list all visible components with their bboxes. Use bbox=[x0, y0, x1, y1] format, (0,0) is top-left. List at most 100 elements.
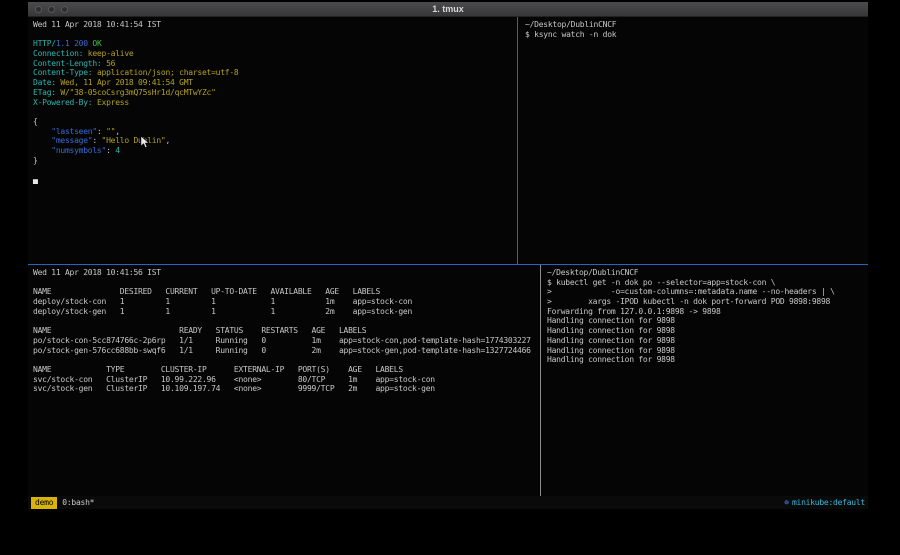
terminal-line: Content-Type: application/json; charset=… bbox=[33, 68, 522, 78]
terminal-line: NAME TYPE CLUSTER-IP EXTERNAL-IP PORT(S)… bbox=[33, 365, 544, 375]
terminal-text: > -o=custom-columns=:metadata.name --no-… bbox=[547, 287, 835, 296]
pane-http-response[interactable]: Wed 11 Apr 2018 10:41:54 IST HTTP/1.1 200… bbox=[28, 17, 522, 266]
terminal-text: { bbox=[33, 117, 38, 126]
terminal-text: Forwarding from 127.0.0.1:9898 -> 9898 bbox=[547, 307, 721, 316]
terminal-text: 4 bbox=[115, 146, 120, 155]
pane-kubectl-get[interactable]: Wed 11 Apr 2018 10:41:56 IST NAME DESIRED… bbox=[28, 265, 544, 496]
terminal-text: Wed, 11 Apr 2018 09:41:54 GMT bbox=[56, 78, 193, 87]
terminal-line: Connection: keep-alive bbox=[33, 49, 522, 59]
terminal-line: deploy/stock-con 1 1 1 1 1m app=stock-co… bbox=[33, 297, 544, 307]
terminal-text: , bbox=[115, 127, 120, 136]
pane-divider-horizontal[interactable] bbox=[28, 264, 868, 265]
terminal-text: OK bbox=[88, 39, 102, 48]
terminal-text: NAME DESIRED CURRENT UP-TO-DATE AVAILABL… bbox=[33, 287, 380, 296]
terminal-text: } bbox=[33, 156, 38, 165]
terminal-text: NAME READY STATUS RESTARTS AGE LABELS bbox=[33, 326, 366, 335]
tmux-terminal: Wed 11 Apr 2018 10:41:54 IST HTTP/1.1 200… bbox=[28, 17, 868, 496]
terminal-line: NAME DESIRED CURRENT UP-TO-DATE AVAILABL… bbox=[33, 287, 544, 297]
pane-port-forward[interactable]: ~/Desktop/DublinCNCF$ kubectl get -n dok… bbox=[542, 265, 868, 496]
terminal-line: Handling connection for 9898 bbox=[547, 336, 868, 346]
terminal-line: Date: Wed, 11 Apr 2018 09:41:54 GMT bbox=[33, 78, 522, 88]
terminal-text: 56 bbox=[102, 59, 116, 68]
terminal-line: > xargs -IPOD kubectl -n dok port-forwar… bbox=[547, 297, 868, 307]
terminal-line: Handling connection for 9898 bbox=[547, 355, 868, 365]
terminal-line: po/stock-con-5cc874766c-2p6rp 1/1 Runnin… bbox=[33, 336, 544, 346]
terminal-line: { bbox=[33, 117, 522, 127]
terminal-text: "lastseen" bbox=[51, 127, 97, 136]
terminal-line: Handling connection for 9898 bbox=[547, 316, 868, 326]
terminal-line: "lastseen": "", bbox=[33, 127, 522, 137]
terminal-line: ~/Desktop/DublinCNCF bbox=[525, 20, 868, 30]
terminal-text: application/json; charset=utf-8 bbox=[92, 68, 238, 77]
pane-divider-vertical-bottom[interactable] bbox=[540, 265, 541, 496]
terminal-line: ETag: W/"38-05coCsrg3mQ75sHr1d/qcMTwYZc" bbox=[33, 88, 522, 98]
terminal-line: svc/stock-con ClusterIP 10.99.222.96 <no… bbox=[33, 375, 544, 385]
terminal-line bbox=[33, 30, 522, 40]
terminal-text: HTTP/ bbox=[33, 39, 56, 48]
terminal-text: Wed 11 Apr 2018 10:41:54 IST bbox=[33, 20, 161, 29]
terminal-line: ▄ bbox=[33, 175, 522, 185]
terminal-text: Handling connection for 9898 bbox=[547, 346, 675, 355]
terminal-text: po/stock-gen-576cc688bb-swqf6 1/1 Runnin… bbox=[33, 346, 531, 355]
terminal-text: $ ksync watch -n dok bbox=[525, 30, 616, 39]
terminal-text bbox=[33, 146, 51, 155]
terminal-text: ~/Desktop/DublinCNCF bbox=[525, 20, 616, 29]
terminal-line: "numsymbols": 4 bbox=[33, 146, 522, 156]
terminal-line: Wed 11 Apr 2018 10:41:54 IST bbox=[33, 20, 522, 30]
terminal-text: Express bbox=[92, 98, 129, 107]
terminal-line: $ ksync watch -n dok bbox=[525, 30, 868, 40]
terminal-line: > -o=custom-columns=:metadata.name --no-… bbox=[547, 287, 868, 297]
terminal-text: Handling connection for 9898 bbox=[547, 355, 675, 364]
window-title: 1. tmux bbox=[28, 2, 868, 16]
terminal-line: HTTP/1.1 200 OK bbox=[33, 39, 522, 49]
terminal-line bbox=[33, 316, 544, 326]
terminal-text bbox=[33, 136, 51, 145]
terminal-line bbox=[33, 355, 544, 365]
terminal-text: deploy/stock-con 1 1 1 1 1m app=stock-co… bbox=[33, 297, 412, 306]
terminal-window: 1. tmux Wed 11 Apr 2018 10:41:54 IST HTTP… bbox=[28, 2, 868, 509]
terminal-line bbox=[33, 107, 522, 117]
pane-divider-vertical-top[interactable] bbox=[517, 17, 518, 264]
kube-context-label: minikube:default bbox=[792, 498, 865, 507]
terminal-text: keep-alive bbox=[83, 49, 133, 58]
terminal-text: po/stock-con-5cc874766c-2p6rp 1/1 Runnin… bbox=[33, 336, 531, 345]
window-tab[interactable]: 0:bash* bbox=[62, 498, 94, 507]
terminal-line: NAME READY STATUS RESTARTS AGE LABELS bbox=[33, 326, 544, 336]
terminal-line: Forwarding from 127.0.0.1:9898 -> 9898 bbox=[547, 307, 868, 317]
terminal-line: } bbox=[33, 156, 522, 166]
terminal-line: "message": "Hello Dublin", bbox=[33, 136, 522, 146]
terminal-text: Date: bbox=[33, 78, 56, 87]
terminal-text: ▄ bbox=[33, 175, 38, 184]
tmux-status-bar: demo 0:bash* ☸ minikube:default bbox=[28, 496, 868, 509]
pane-ksync-watch[interactable]: ~/Desktop/DublinCNCF$ ksync watch -n dok bbox=[520, 17, 868, 266]
terminal-line bbox=[33, 165, 522, 175]
terminal-text: W/"38-05coCsrg3mQ75sHr1d/qcMTwYZc" bbox=[56, 88, 216, 97]
terminal-text: "Hello Dublin" bbox=[102, 136, 166, 145]
terminal-text: Content-Length: bbox=[33, 59, 102, 68]
terminal-text: : bbox=[92, 136, 101, 145]
terminal-text: Handling connection for 9898 bbox=[547, 316, 675, 325]
window-titlebar[interactable]: 1. tmux bbox=[28, 2, 868, 17]
terminal-text: Connection: bbox=[33, 49, 83, 58]
terminal-text bbox=[33, 127, 51, 136]
terminal-line: Content-Length: 56 bbox=[33, 59, 522, 69]
terminal-text: $ kubectl get -n dok po --selector=app=s… bbox=[547, 278, 775, 287]
mouse-pointer-icon bbox=[140, 135, 150, 150]
terminal-line: X-Powered-By: Express bbox=[33, 98, 522, 108]
terminal-line: $ kubectl get -n dok po --selector=app=s… bbox=[547, 278, 868, 288]
terminal-text: > xargs -IPOD kubectl -n dok port-forwar… bbox=[547, 297, 830, 306]
terminal-line: Wed 11 Apr 2018 10:41:56 IST bbox=[33, 268, 544, 278]
terminal-text: deploy/stock-gen 1 1 1 1 2m app=stock-ge… bbox=[33, 307, 412, 316]
terminal-line bbox=[33, 278, 544, 288]
terminal-text: Handling connection for 9898 bbox=[547, 326, 675, 335]
terminal-text: Handling connection for 9898 bbox=[547, 336, 675, 345]
terminal-text: ~/Desktop/DublinCNCF bbox=[547, 268, 638, 277]
terminal-text: svc/stock-gen ClusterIP 10.109.197.74 <n… bbox=[33, 384, 435, 393]
terminal-text: : bbox=[97, 127, 106, 136]
terminal-text: , bbox=[165, 136, 170, 145]
session-badge: demo bbox=[31, 497, 57, 509]
terminal-text: svc/stock-con ClusterIP 10.99.222.96 <no… bbox=[33, 375, 435, 384]
terminal-line: Handling connection for 9898 bbox=[547, 346, 868, 356]
terminal-line: deploy/stock-gen 1 1 1 1 2m app=stock-ge… bbox=[33, 307, 544, 317]
terminal-text: : bbox=[106, 146, 115, 155]
